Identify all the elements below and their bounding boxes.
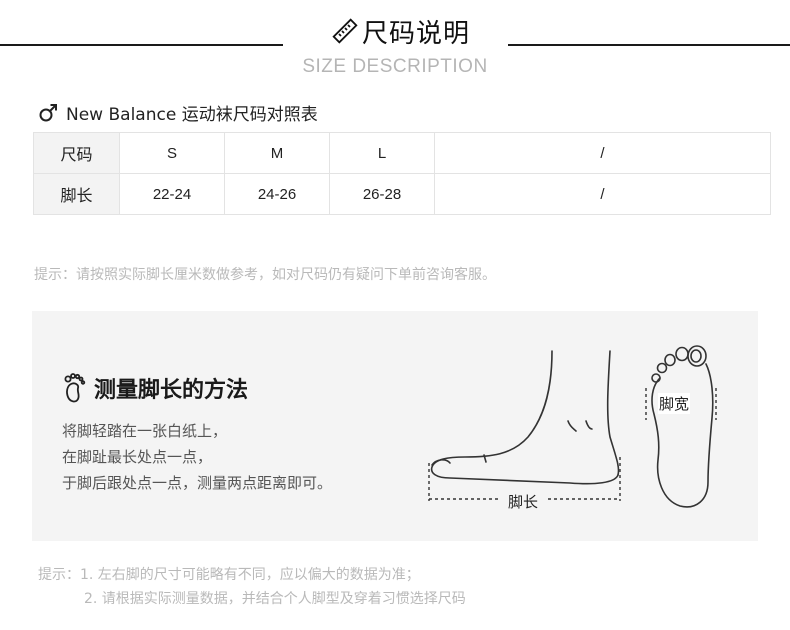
table-cell: 24-26 <box>224 173 330 215</box>
note-line: 2. 请根据实际测量数据，并结合个人脚型及穿着习惯选择尺码 <box>84 591 466 607</box>
table-cell: S <box>119 132 225 174</box>
measure-notes: 提示：1. 左右脚的尺寸可能略有不同，应以偏大的数据为准； 2. 请根据实际测量… <box>38 563 466 611</box>
header-rule-left <box>0 44 283 46</box>
measure-step: 于脚后跟处点一点，测量两点距离即可。 <box>62 474 333 492</box>
measure-step: 将脚轻踏在一张白纸上， <box>62 422 228 440</box>
row-header: 脚长 <box>33 173 120 215</box>
measure-title: 测量脚长的方法 <box>62 372 248 404</box>
table-cell: / <box>434 132 771 174</box>
footprint-icon <box>64 373 86 403</box>
size-table: 尺码 S M L / 脚长 22-24 24-26 26-28 / <box>33 132 771 215</box>
foot-top-illustration <box>645 345 717 508</box>
page-title: 尺码说明 <box>361 18 470 49</box>
table-cell: 26-28 <box>329 173 435 215</box>
measure-steps: 将脚轻踏在一张白纸上， 在脚趾最长处点一点， 于脚后跟处点一点，测量两点距离即可… <box>62 418 332 496</box>
table-cell: L <box>329 132 435 174</box>
foot-side-illustration <box>428 350 621 501</box>
header-rule-right <box>508 44 790 46</box>
note-text: 1. 左右脚的尺寸可能略有不同，应以偏大的数据为准； <box>80 567 420 583</box>
foot-length-label: 脚长 <box>506 491 541 512</box>
male-symbol-icon <box>39 103 57 121</box>
ruler-pencil-icon <box>332 18 358 44</box>
table-cell: M <box>224 132 330 174</box>
table-row: 脚长 22-24 24-26 26-28 / <box>33 173 771 215</box>
measure-title-text: 测量脚长的方法 <box>94 378 249 403</box>
measure-step: 在脚趾最长处点一点， <box>62 448 213 466</box>
table-cell: 22-24 <box>119 173 225 215</box>
note-line: 提示：1. 左右脚的尺寸可能略有不同，应以偏大的数据为准； <box>38 563 466 587</box>
table-title: New Balance 运动袜尺码对照表 <box>38 100 318 125</box>
table-row: 尺码 S M L / <box>33 132 771 174</box>
row-header: 尺码 <box>33 132 120 174</box>
note-prefix: 提示： <box>38 567 80 583</box>
page-subtitle: SIZE DESCRIPTION <box>302 56 488 77</box>
table-cell: / <box>434 173 771 215</box>
sizing-tip: 提示：请按照实际脚长厘米数做参考，如对尺码仍有疑问下单前咨询客服。 <box>34 267 496 283</box>
table-title-text: New Balance 运动袜尺码对照表 <box>66 105 318 125</box>
section-title: 尺码说明 <box>300 14 500 49</box>
foot-width-label: 脚宽 <box>658 393 691 414</box>
